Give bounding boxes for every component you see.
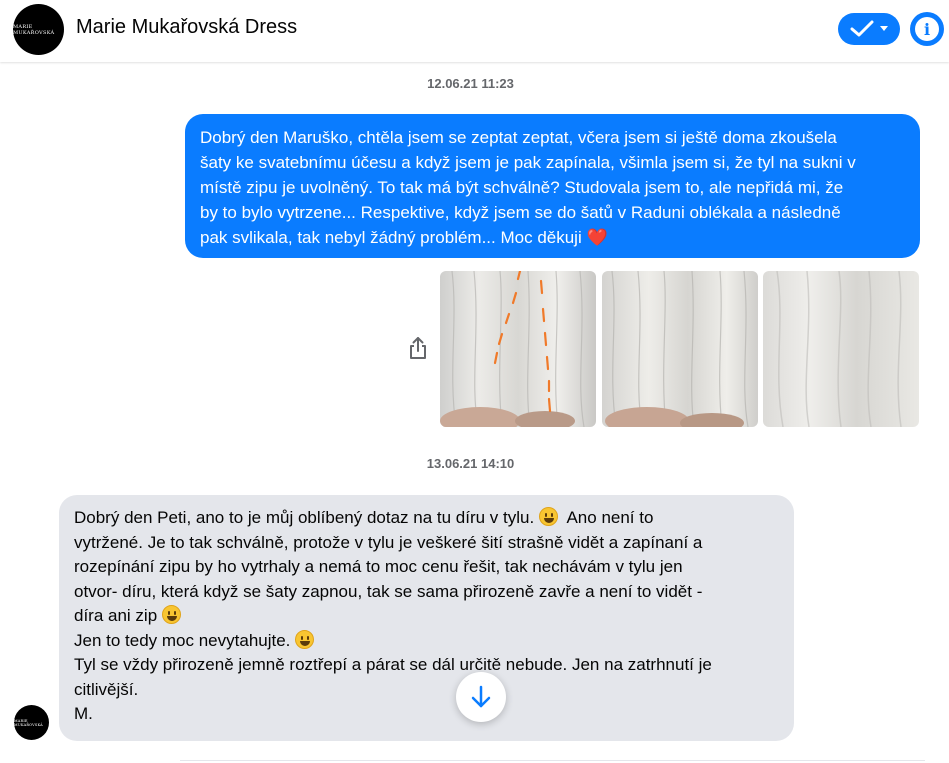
message-line: Jen to tedy moc nevytahujte. [74, 629, 780, 654]
photo-image [602, 271, 758, 427]
mark-done-button[interactable] [838, 13, 900, 45]
message-line: M. [74, 704, 93, 723]
message-line-text: Ano není to [566, 508, 654, 527]
check-icon [850, 20, 873, 37]
message-line: Dobrý den Peti, ano to je můj oblíbený d… [74, 506, 780, 531]
message-line: díra ani zip [74, 604, 780, 629]
arrow-down-icon [471, 685, 491, 708]
outgoing-message-bubble[interactable]: Dobrý den Maruško, chtěla jsem se zeptat… [185, 114, 920, 258]
message-timestamp: 12.06.21 11:23 [427, 76, 514, 91]
message-line: otvor- díru, která když se šaty zapnou, … [74, 581, 703, 601]
grinning-face-emoji [295, 629, 315, 649]
message-line-last: pak svlikala, tak nebyl žádný problém...… [200, 225, 906, 250]
message-line: Tyl se vždy přirozeně jemně roztřepí a p… [74, 655, 712, 674]
photo-image [763, 271, 919, 427]
message-timestamp: 13.06.21 14:10 [426, 456, 515, 471]
message-line: citlivější. [74, 679, 139, 699]
avatar-text: MARIE MUKAŘOVSKÁ [13, 23, 55, 36]
photo-image [440, 271, 596, 427]
incoming-message-bubble[interactable]: Dobrý den Peti, ano to je můj oblíbený d… [59, 495, 794, 741]
message-line-text: Dobrý den Peti, ano to je můj oblíbený d… [74, 508, 535, 527]
grinning-face-emoji [161, 605, 181, 624]
message-line-text: díra ani zip [74, 606, 158, 625]
photo-attachment-3[interactable] [763, 271, 919, 427]
conversation-info-button[interactable]: i [910, 12, 944, 46]
scroll-to-bottom-button[interactable] [456, 672, 506, 722]
message-line: rozepínání zipu by ho vytrhaly a nemá to… [74, 557, 683, 576]
heart-emoji: ❤️ [586, 228, 608, 247]
contact-avatar[interactable]: MARIE MUKAŘOVSKÁ [13, 4, 64, 55]
message-line: Dobrý den Maruško, chtěla jsem se zeptat… [200, 128, 837, 147]
share-button[interactable] [404, 334, 432, 362]
message-line: vytržené. Je to tak schválně, protože v … [74, 532, 703, 552]
message-line-text: pak svlikala, tak nebyl žádný problém...… [200, 228, 582, 247]
message-line: by to bylo vytrzene... Respektive, když … [200, 203, 841, 222]
caret-down-icon [879, 26, 888, 31]
composer-divider [180, 760, 925, 761]
sender-avatar[interactable]: MARIE MUKAŘOVSKÁ [14, 705, 49, 740]
info-icon-glyph: i [923, 19, 931, 39]
avatar-text: MARIE MUKAŘOVSKÁ [14, 718, 43, 727]
message-line: šaty ke svatebnímu účesu a když jsem je … [200, 153, 856, 172]
grinning-face-emoji [538, 507, 558, 526]
info-icon: i [915, 17, 939, 41]
photo-attachment-2[interactable] [602, 271, 758, 427]
photo-attachment-1[interactable] [440, 271, 596, 427]
message-line-text: Jen to tedy moc nevytahujte. [74, 630, 291, 650]
contact-name[interactable]: Marie Mukařovská Dress [76, 16, 297, 39]
message-line: místě zipu je uvolněný. To tak má být sc… [200, 178, 844, 197]
chat-header: MARIE MUKAŘOVSKÁ Marie Mukařovská Dress … [0, 0, 949, 62]
share-icon [410, 337, 426, 359]
